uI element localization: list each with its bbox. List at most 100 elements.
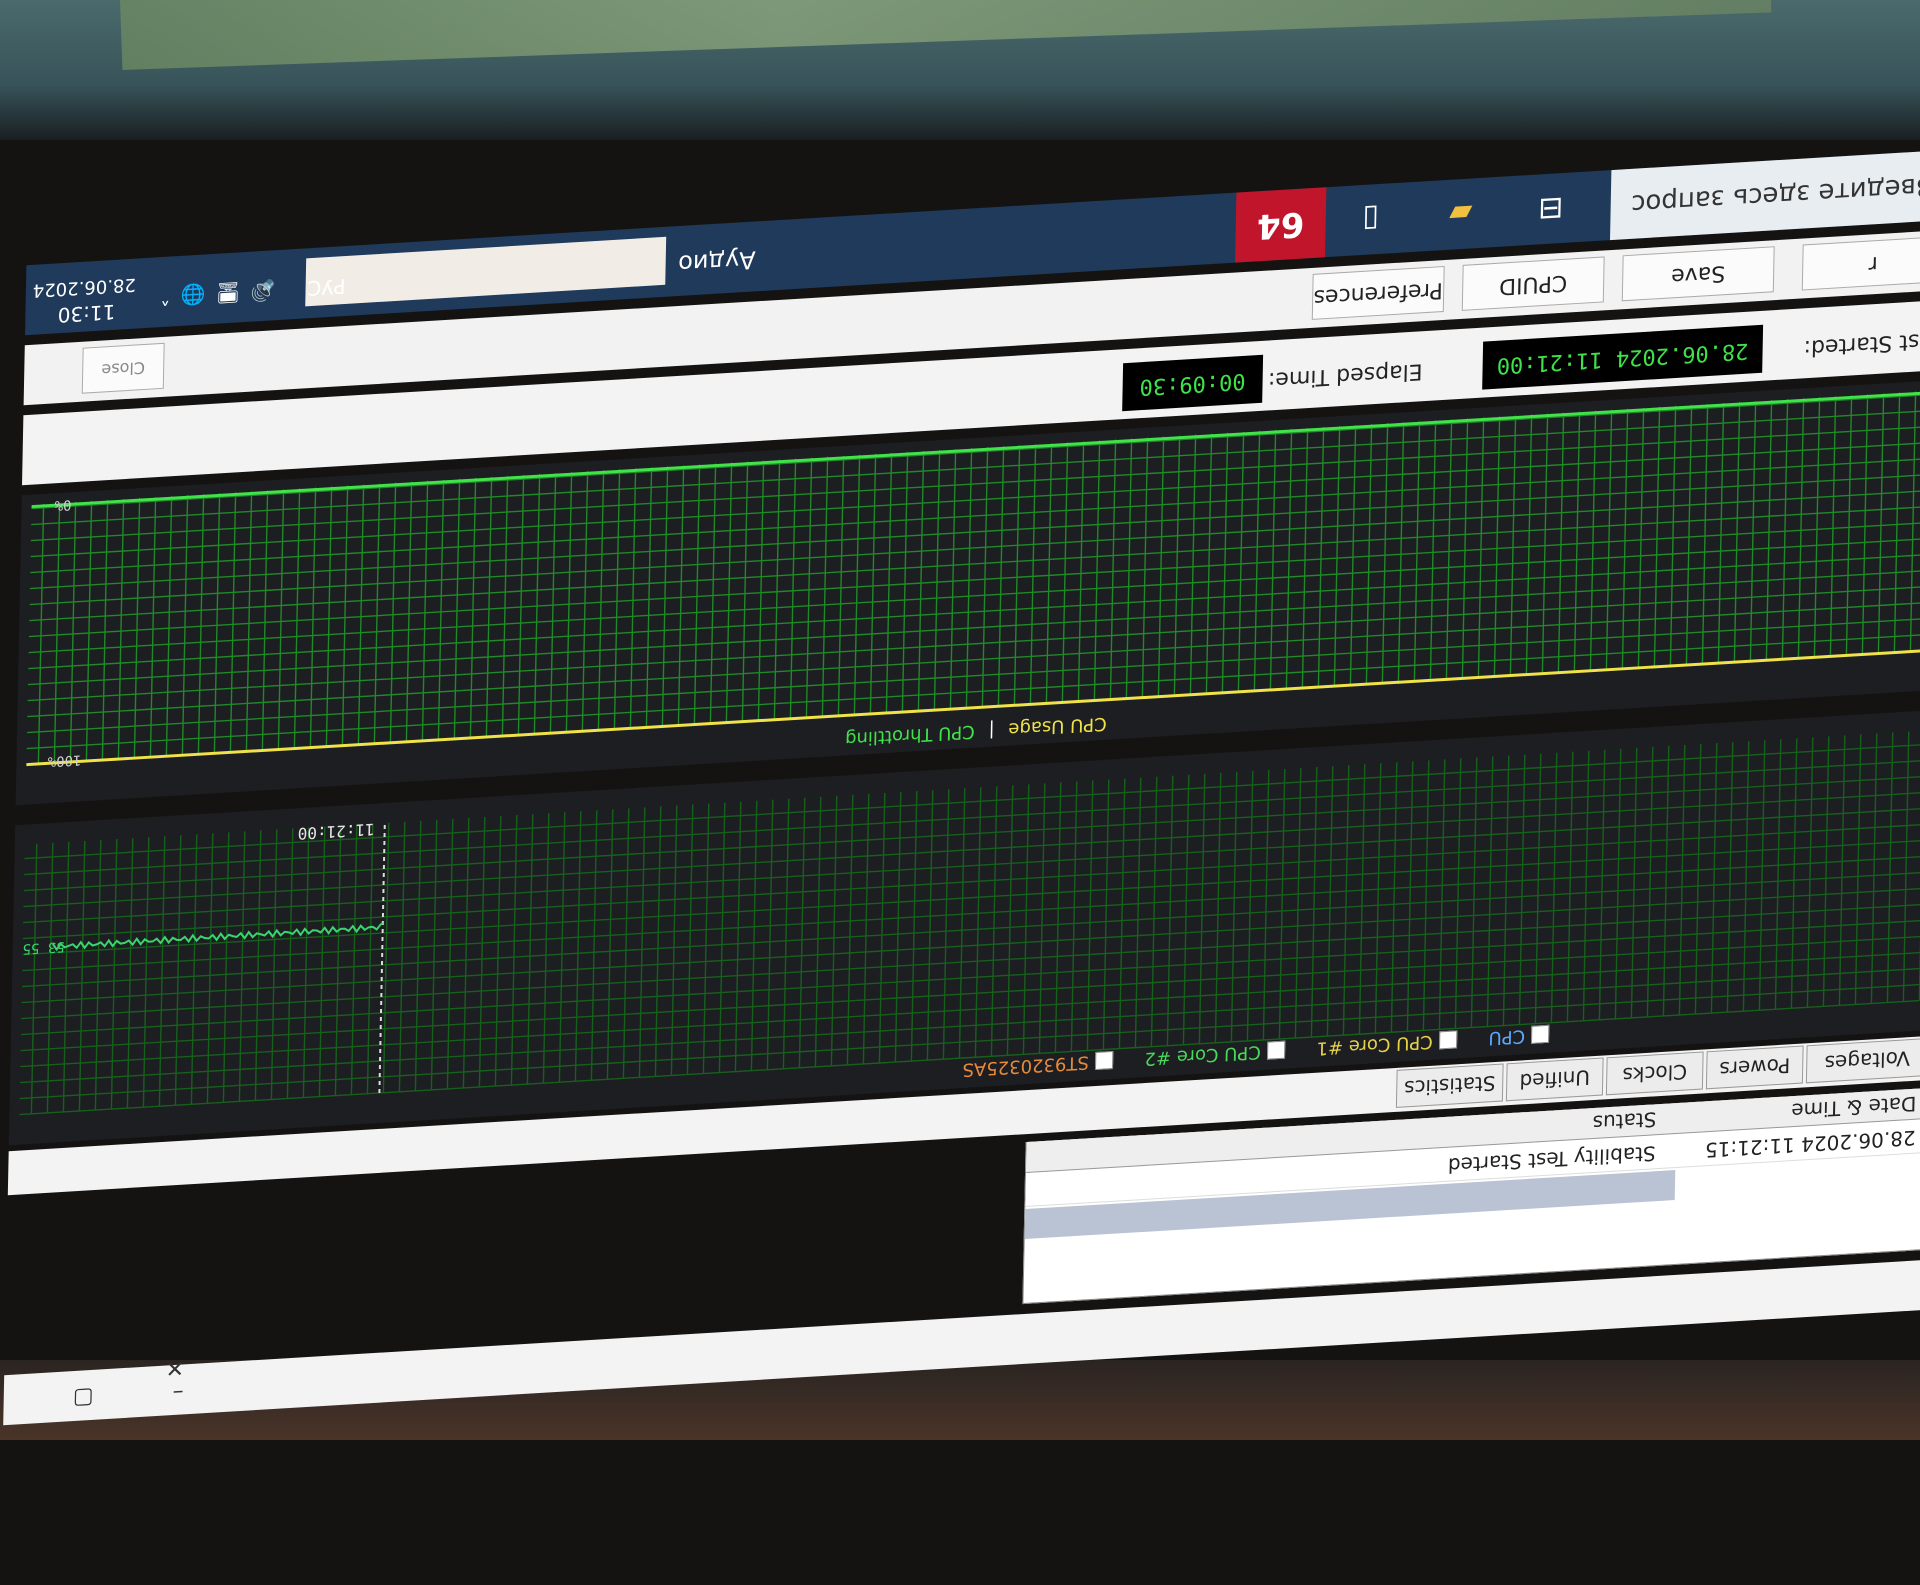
grid-line	[37, 503, 45, 764]
grid-line	[398, 821, 406, 1092]
aida64-icon[interactable]: 64	[1235, 187, 1327, 263]
grid-line	[302, 827, 310, 1098]
grid-line	[1269, 429, 1277, 691]
taskbar-search-input[interactable]: Введите здесь запрос	[1610, 150, 1920, 241]
grid-line	[1438, 759, 1446, 1030]
clock-time[interactable]: 11:30	[57, 300, 115, 327]
file-explorer-icon[interactable]: ▰	[1415, 176, 1506, 251]
checkbox-icon[interactable]	[1266, 1040, 1286, 1060]
legend-cpu[interactable]: CPU	[1488, 1024, 1550, 1048]
grid-line	[885, 452, 893, 714]
grid-line	[510, 815, 518, 1086]
grid-line	[1189, 434, 1197, 695]
grid-line	[725, 462, 733, 723]
cpuid-button[interactable]: CPUID	[1461, 256, 1605, 311]
grid-line	[117, 499, 125, 760]
column-date-time[interactable]: Date & Time	[1791, 1092, 1917, 1124]
grid-line	[622, 808, 630, 1079]
grid-line	[277, 489, 285, 750]
system-tray: РУС 🔊🖥🌐˄ 11:30 28.06.2024	[25, 244, 386, 336]
grid-line	[165, 496, 173, 757]
grid-line	[533, 474, 541, 735]
tab-clocks[interactable]: Clocks	[1605, 1051, 1704, 1096]
grid-line	[1461, 418, 1469, 679]
task-view-icon[interactable]: ⊟	[1505, 171, 1596, 246]
grid-line	[1742, 741, 1750, 1012]
grid-line	[1262, 769, 1270, 1041]
grid-line	[661, 466, 669, 727]
grid-line	[181, 495, 189, 756]
grid-line	[1630, 747, 1638, 1018]
grid-line	[1861, 394, 1869, 655]
grid-line	[613, 469, 621, 730]
checkbox-icon[interactable]	[1531, 1024, 1550, 1044]
window-controls[interactable]: – ▢ ✕	[3, 1354, 185, 1415]
grid-line	[933, 450, 941, 711]
grid-line	[917, 451, 925, 712]
grid-line	[462, 817, 470, 1089]
legend-separator: |	[988, 719, 995, 741]
grid-line	[798, 797, 806, 1068]
grid-line	[1141, 437, 1149, 698]
grid-line	[1662, 745, 1670, 1017]
grid-line	[549, 473, 557, 734]
tab-powers[interactable]: Powers	[1705, 1045, 1804, 1090]
tray-icons[interactable]: 🔊🖥🌐˄	[150, 278, 276, 310]
grid-line	[453, 478, 461, 739]
grid-line	[1797, 398, 1805, 659]
grid-line	[974, 787, 982, 1058]
grid-line	[229, 492, 237, 753]
grid-line	[1566, 751, 1574, 1022]
grid-line	[1278, 768, 1286, 1040]
temperature-value-label: 53 55	[22, 938, 64, 957]
grid-line	[1758, 740, 1766, 1011]
grid-line	[446, 818, 454, 1089]
checkbox-icon[interactable]	[1438, 1030, 1458, 1050]
notepad-icon[interactable]: ▯	[1325, 182, 1416, 257]
grid-line	[373, 483, 381, 744]
grid-line	[894, 791, 902, 1063]
grid-line	[1413, 421, 1421, 682]
grid-line	[437, 479, 445, 740]
partial-button[interactable]: r	[1801, 236, 1920, 291]
grid-line	[414, 820, 422, 1091]
tab-unified[interactable]: Unified	[1505, 1057, 1604, 1102]
grid-line	[1678, 744, 1686, 1016]
grid-line	[30, 843, 38, 1114]
grid-line	[1061, 442, 1069, 703]
tab-voltages[interactable]: Voltages	[1805, 1038, 1920, 1084]
grid-line	[1221, 432, 1229, 693]
column-status[interactable]: Status	[1592, 1107, 1656, 1135]
language-indicator[interactable]: РУС	[307, 274, 346, 300]
save-button[interactable]: Save	[1621, 246, 1775, 302]
grid-line	[1486, 756, 1494, 1027]
grid-line	[1525, 414, 1533, 675]
grid-line	[1477, 417, 1485, 678]
grid-line	[1349, 425, 1357, 686]
grid-line	[990, 786, 998, 1057]
grid-line	[325, 486, 333, 747]
preferences-button[interactable]: Preferences	[1311, 266, 1445, 320]
yandex-label: Аудио	[677, 245, 756, 279]
grid-line	[309, 487, 317, 748]
grid-line	[350, 824, 358, 1095]
grid-line	[1429, 420, 1437, 681]
checkbox-icon[interactable]	[1094, 1050, 1114, 1071]
clock-date[interactable]: 28.06.2024	[33, 274, 136, 301]
grid-line	[1541, 413, 1549, 674]
grid-line	[1701, 403, 1709, 665]
grid-line	[853, 454, 861, 715]
grid-line	[757, 460, 765, 721]
grid-line	[1822, 736, 1830, 1007]
grid-line	[213, 493, 221, 754]
grid-line	[1054, 782, 1062, 1053]
grid-line	[1550, 752, 1558, 1023]
grid-line	[926, 790, 934, 1061]
grid-line	[1509, 415, 1517, 676]
grid-line	[734, 801, 742, 1072]
grid-line	[1726, 742, 1734, 1013]
grid-line	[942, 789, 950, 1060]
close-button[interactable]: Close	[81, 342, 165, 394]
grid-line	[1765, 400, 1773, 661]
tab-statistics[interactable]: Statistics	[1395, 1063, 1504, 1108]
